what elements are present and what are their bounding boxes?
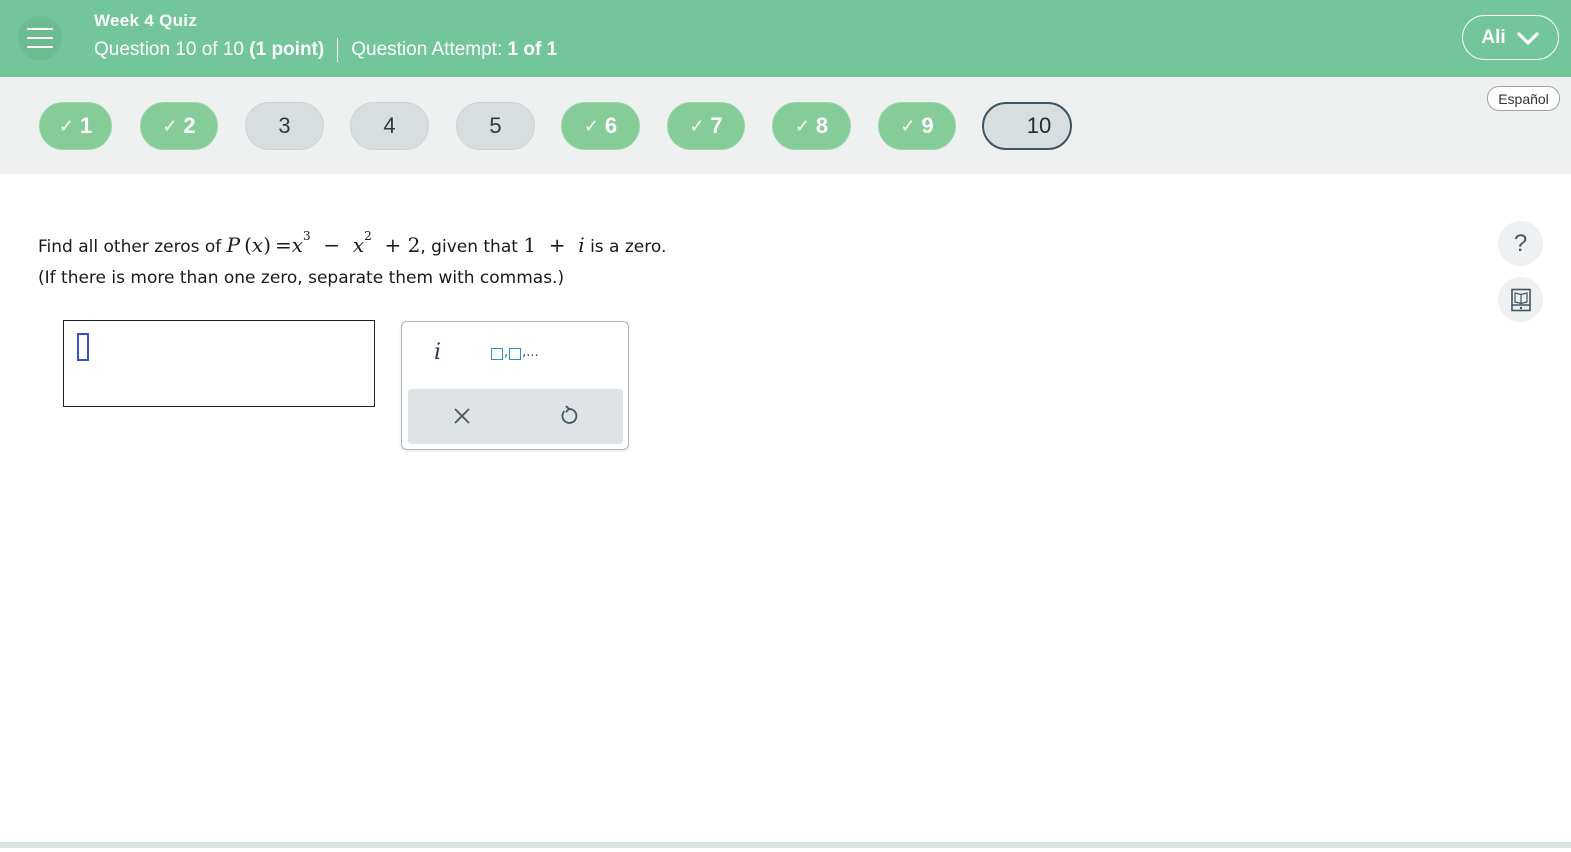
given-zero: 1 + i (523, 233, 585, 257)
clear-x-icon[interactable] (452, 406, 472, 426)
question-button-6[interactable]: ✓ 6 (561, 102, 640, 150)
header-divider (337, 38, 339, 62)
chevron-down-icon (1517, 31, 1539, 45)
input-cursor-icon (77, 333, 89, 361)
math-palette: i ,,... (401, 321, 629, 450)
question-counter: Question 10 of 10 (94, 39, 244, 60)
question-button-2[interactable]: ✓ 2 (140, 102, 218, 150)
menu-icon-bar (27, 28, 53, 30)
question-button-4[interactable]: 4 (350, 102, 429, 150)
menu-icon-bar (27, 46, 53, 48)
check-icon: ✓ (794, 115, 810, 136)
language-toggle-button[interactable]: Español (1487, 86, 1560, 111)
check-icon: ✓ (583, 115, 599, 136)
question-button-3[interactable]: 3 (245, 102, 324, 150)
question-navigation: ✓ 1 ✓ 2 3 4 5 ✓ 6 ✓ 7 ✓ 8 ✓ 9 10 (0, 77, 1571, 174)
question-text: Find all other zeros of P (x) =x3 − x2 +… (38, 229, 667, 257)
help-button[interactable]: ? (1498, 221, 1543, 266)
undo-icon[interactable] (558, 404, 580, 426)
quiz-header: Week 4 Quiz Question 10 of 10 (1 point) … (0, 0, 1571, 77)
menu-button[interactable] (18, 16, 62, 60)
check-icon: ✓ (689, 115, 705, 136)
bottom-divider (0, 842, 1571, 848)
palette-actions (408, 389, 623, 444)
answer-input[interactable] (63, 320, 375, 407)
question-points: (1 point) (249, 39, 325, 60)
ebook-button[interactable] (1498, 277, 1543, 322)
question-button-5[interactable]: 5 (456, 102, 535, 150)
quiz-title: Week 4 Quiz (94, 11, 198, 30)
question-button-7[interactable]: ✓ 7 (667, 102, 745, 150)
check-icon: ✓ (58, 115, 74, 136)
blank-box-icon (491, 348, 503, 360)
help-icon: ? (1513, 229, 1528, 257)
check-icon: ✓ (900, 115, 916, 136)
question-button-1[interactable]: ✓ 1 (39, 102, 112, 150)
blank-box-icon (509, 348, 522, 360)
polynomial-expression: P (x) =x3 − x2 + 2 (226, 229, 421, 257)
question-info: Question 10 of 10 (1 point) Question Att… (94, 37, 557, 63)
check-icon: ✓ (162, 115, 178, 136)
imaginary-unit-button[interactable]: i (434, 340, 441, 365)
question-button-10[interactable]: 10 (982, 102, 1072, 150)
list-template-button[interactable]: ,,... (491, 345, 539, 360)
question-button-9[interactable]: ✓ 9 (878, 102, 956, 150)
attempt-label: Question Attempt: (351, 39, 503, 60)
question-button-8[interactable]: ✓ 8 (772, 102, 851, 150)
menu-icon-bar (27, 37, 53, 39)
user-menu-button[interactable]: Ali (1462, 15, 1559, 60)
attempt-value: 1 of 1 (507, 39, 558, 60)
question-instruction: (If there is more than one zero, separat… (38, 268, 565, 288)
user-name: Ali (1481, 26, 1506, 48)
book-icon (1510, 288, 1531, 311)
